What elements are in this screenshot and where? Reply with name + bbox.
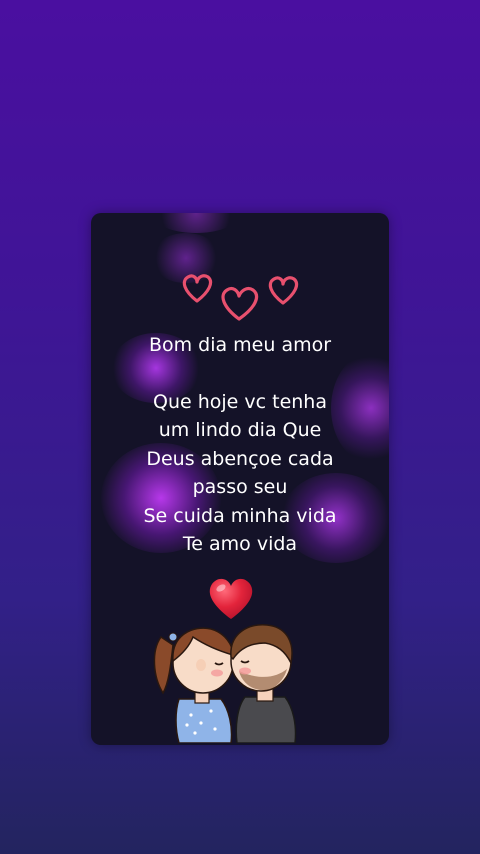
screen: { "card": { "greeting": "Bom dia meu amo… [0,0,480,854]
message-line: Se cuida minha vida [143,504,337,527]
three-outline-hearts-icon [182,274,299,321]
glow-bokeh [151,213,241,233]
message-line: um lindo dia Que [158,419,322,441]
girl-figure [153,627,234,743]
kissing-couple-illustration [153,624,297,743]
message-line: Te amo vida [182,533,298,555]
message-card: Bom dia meu amor Que hoje vc tenha um li… [91,213,389,745]
message-text: Bom dia meu amor Que hoje vc tenha um li… [91,331,389,559]
message-line: Deus abençoe cada [146,447,334,470]
message-line: Que hoje vc tenha [153,390,327,413]
message-line: passo seu [192,476,288,498]
greeting-line: Bom dia meu amor [148,334,332,356]
boy-figure [230,624,297,743]
